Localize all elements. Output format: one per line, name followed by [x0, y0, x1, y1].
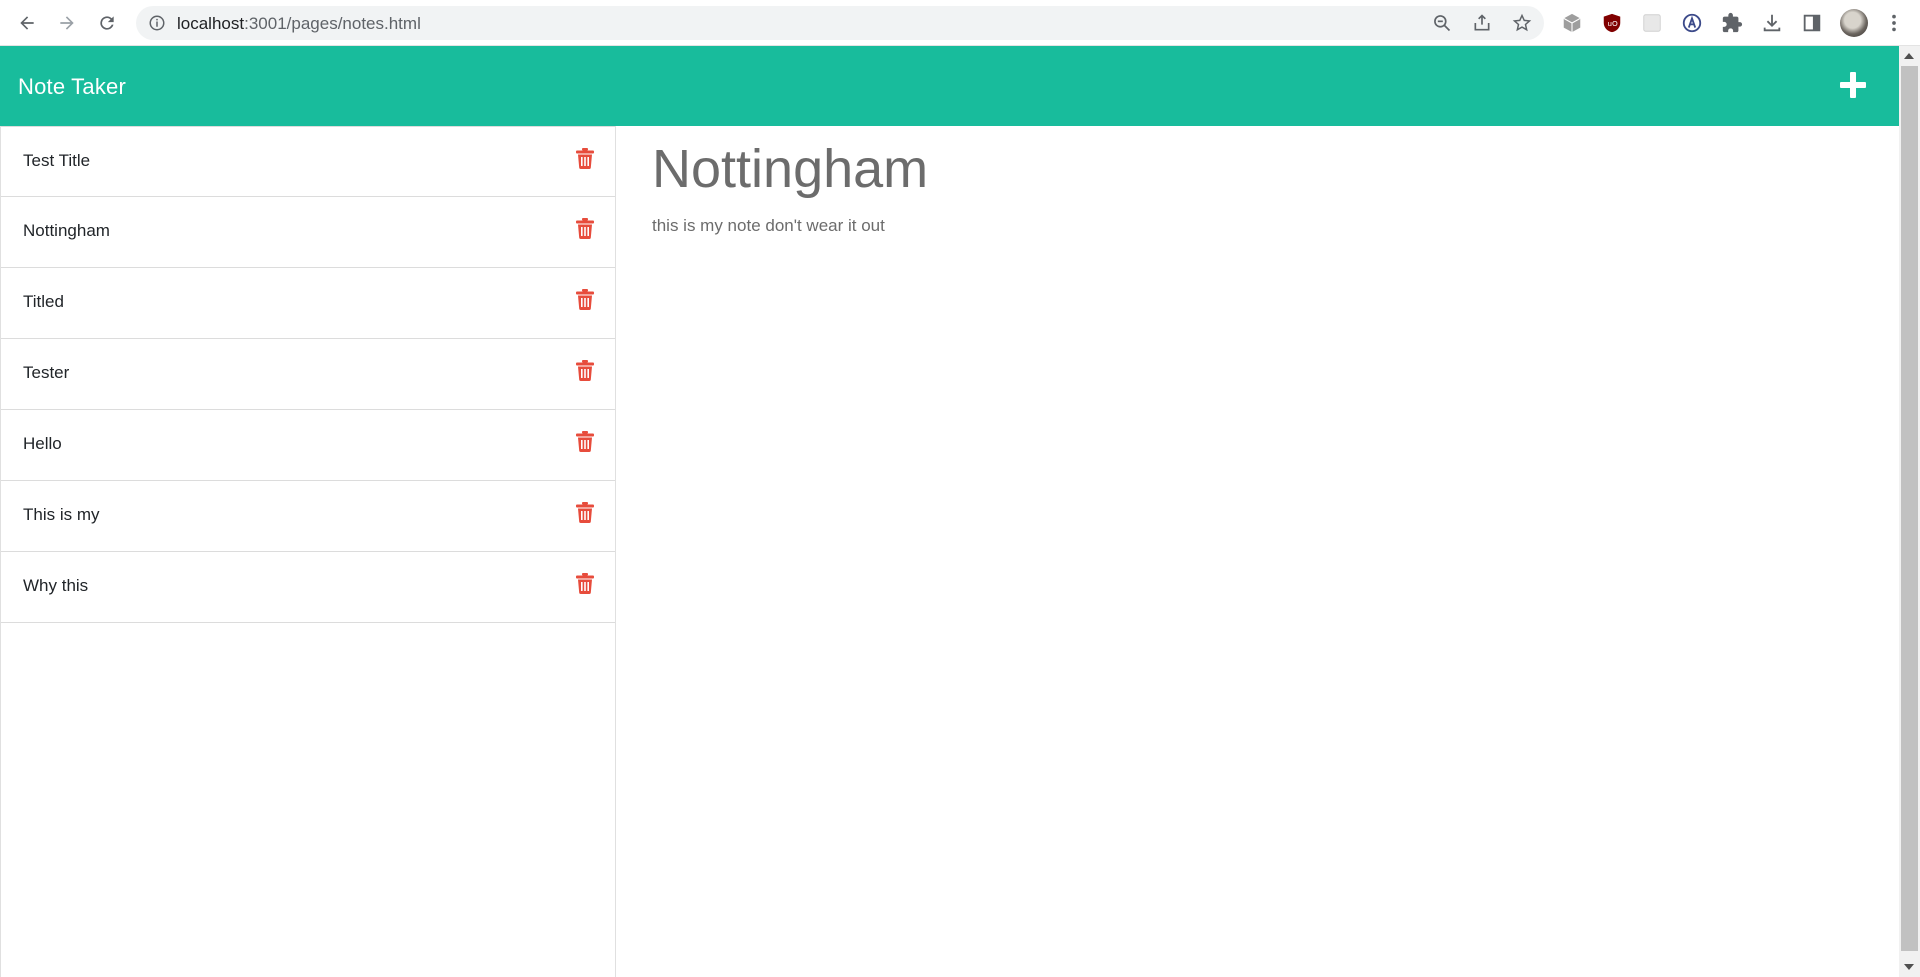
- zoom-out-icon[interactable]: [1432, 13, 1452, 33]
- reload-button[interactable]: [92, 8, 122, 38]
- ublock-shield-icon: uO: [1603, 13, 1621, 33]
- info-icon[interactable]: [148, 14, 166, 32]
- scroll-thumb[interactable]: [1901, 66, 1918, 951]
- downloads-button[interactable]: [1760, 11, 1784, 35]
- svg-text:uO: uO: [1607, 19, 1618, 28]
- kebab-menu-icon: [1892, 14, 1896, 32]
- note-item-title: Hello: [23, 434, 62, 453]
- forward-button[interactable]: [52, 8, 82, 38]
- app-title[interactable]: Note Taker: [18, 74, 126, 100]
- list-item[interactable]: Tester: [1, 339, 615, 410]
- list-item[interactable]: Why this: [1, 552, 615, 623]
- arrow-right-icon: [60, 16, 74, 30]
- trash-icon[interactable]: [576, 289, 594, 310]
- download-icon: [1763, 14, 1781, 32]
- list-item[interactable]: Titled: [1, 268, 615, 339]
- note-title-display[interactable]: Nottingham: [652, 138, 928, 200]
- note-view: Nottingham this is my note don't wear it…: [616, 126, 1899, 977]
- app-navbar: Note Taker: [0, 46, 1899, 126]
- trash-icon[interactable]: [576, 148, 594, 169]
- trash-icon[interactable]: [576, 360, 594, 381]
- bookmark-star-icon[interactable]: [1512, 13, 1532, 33]
- extension-ublock-button[interactable]: uO: [1600, 11, 1624, 35]
- list-item[interactable]: Hello: [1, 410, 615, 481]
- note-list: Test Title Nottingham Titled Tester Hello Thi…: [0, 126, 616, 977]
- note-item-title: Tester: [23, 363, 70, 382]
- list-item[interactable]: Nottingham: [1, 197, 615, 268]
- url-host: localhost: [177, 14, 245, 33]
- extension-tile-icon: [1643, 14, 1661, 32]
- arrow-left-icon: [20, 16, 34, 30]
- note-item-title: Test Title: [23, 151, 91, 170]
- url-path: :3001/pages/notes.html: [244, 14, 421, 33]
- puzzle-icon: [1722, 12, 1743, 33]
- url-text: localhost:3001/pages/notes.html: [177, 14, 421, 34]
- new-note-button[interactable]: [1836, 68, 1870, 102]
- note-item-title: This is my: [23, 505, 100, 524]
- reload-icon: [100, 16, 114, 30]
- list-item[interactable]: This is my: [1, 481, 615, 552]
- extensions-menu-button[interactable]: [1720, 11, 1744, 35]
- note-item-title: Nottingham: [23, 221, 110, 240]
- address-bar[interactable]: localhost:3001/pages/notes.html: [136, 6, 1544, 40]
- note-text-display[interactable]: this is my note don't wear it out: [652, 216, 885, 236]
- trash-icon[interactable]: [576, 218, 594, 239]
- trash-icon[interactable]: [576, 431, 594, 452]
- note-item-title: Titled: [23, 292, 64, 311]
- back-button[interactable]: [12, 8, 42, 38]
- profile-avatar[interactable]: [1840, 9, 1868, 37]
- share-icon[interactable]: [1472, 13, 1492, 33]
- plus-icon: [1840, 72, 1866, 98]
- cube-icon: [1563, 13, 1581, 33]
- browser-menu-button[interactable]: [1882, 11, 1906, 35]
- note-item-title: Why this: [23, 576, 89, 595]
- browser-toolbar: localhost:3001/pages/notes.html uO: [0, 0, 1920, 46]
- trash-icon[interactable]: [576, 502, 594, 523]
- side-panel-button[interactable]: [1800, 11, 1824, 35]
- trash-icon[interactable]: [576, 573, 594, 594]
- page-scrollbar[interactable]: [1899, 46, 1920, 977]
- side-panel-icon: [1803, 14, 1821, 32]
- list-item[interactable]: Test Title: [1, 126, 615, 197]
- extension-cube-button[interactable]: [1560, 11, 1584, 35]
- extension-placeholder-button[interactable]: [1640, 11, 1664, 35]
- extension-a-button[interactable]: [1680, 11, 1704, 35]
- circle-a-icon: [1682, 13, 1702, 33]
- scroll-up-arrow-icon[interactable]: [1904, 53, 1914, 59]
- scroll-down-arrow-icon[interactable]: [1904, 964, 1914, 970]
